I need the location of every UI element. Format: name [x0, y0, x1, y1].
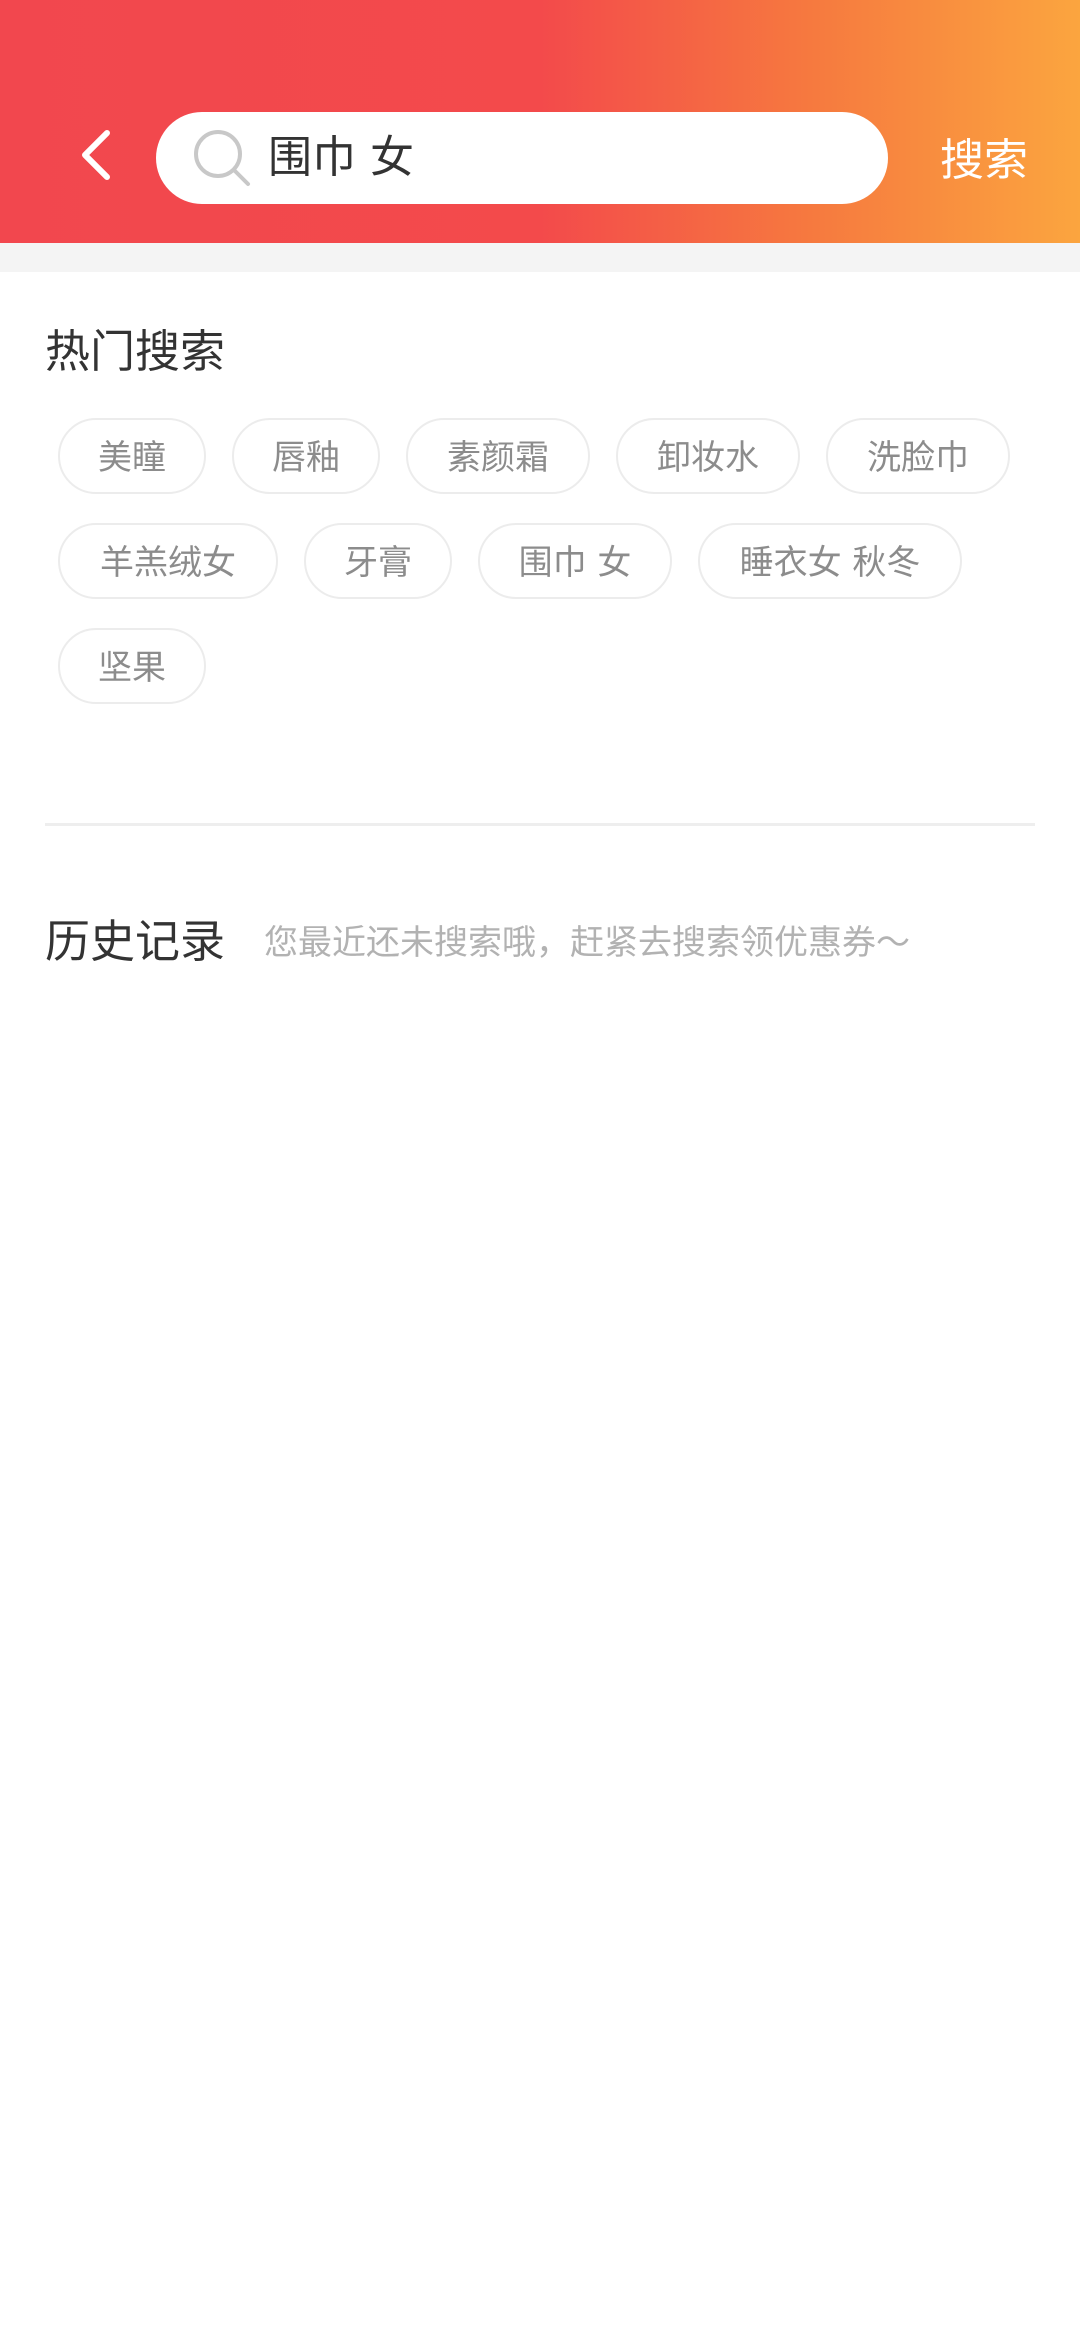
- chevron-left-icon: [82, 130, 110, 180]
- hot-search-tag[interactable]: 素颜霜: [406, 418, 590, 494]
- header-separator: [0, 243, 1080, 272]
- search-button[interactable]: 搜索: [940, 122, 1028, 200]
- history-empty-hint: 您最近还未搜索哦，赶紧去搜索领优惠券～: [264, 923, 910, 963]
- search-icon: [194, 130, 250, 186]
- hot-search-tag[interactable]: 美瞳: [58, 418, 206, 494]
- section-divider: [45, 823, 1035, 826]
- hot-search-tag[interactable]: 围巾 女: [478, 523, 672, 599]
- hot-search-tag[interactable]: 卸妆水: [616, 418, 800, 494]
- hot-search-tag[interactable]: 牙膏: [304, 523, 452, 599]
- hot-search-tag[interactable]: 羊羔绒女: [58, 523, 278, 599]
- back-button[interactable]: [60, 120, 130, 190]
- search-box[interactable]: 围巾 女: [156, 112, 888, 204]
- hot-search-tag[interactable]: 坚果: [58, 628, 206, 704]
- history-title: 历史记录: [45, 915, 226, 968]
- search-input[interactable]: 围巾 女: [268, 112, 414, 204]
- hot-search-tag[interactable]: 洗脸巾: [826, 418, 1010, 494]
- hot-search-title: 热门搜索: [45, 325, 226, 378]
- header-bar: 围巾 女 搜索: [0, 0, 1080, 243]
- hot-search-tag[interactable]: 睡衣女 秋冬: [698, 523, 962, 599]
- hot-search-tag[interactable]: 唇釉: [232, 418, 380, 494]
